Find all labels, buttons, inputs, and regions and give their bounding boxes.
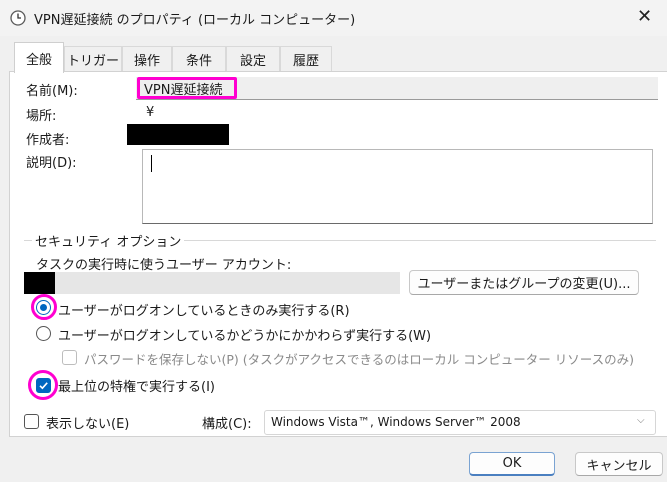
title-bar: VPN遅延接続 のプロパティ (ローカル コンピューター) ✕: [0, 0, 667, 36]
tab-actions[interactable]: 操作: [122, 46, 172, 71]
author-redacted: [127, 124, 229, 145]
user-account-field: [24, 272, 400, 294]
tab-settings[interactable]: 設定: [226, 46, 280, 71]
location-value: ¥: [146, 105, 155, 120]
highest-privileges-label[interactable]: 最上位の特権で実行する(I): [58, 376, 215, 395]
tab-general[interactable]: 全般: [14, 42, 64, 73]
name-highlight-box: [137, 77, 237, 99]
hidden-label[interactable]: 表示しない(E): [46, 413, 129, 432]
text-caret: [151, 155, 152, 172]
name-label: 名前(M):: [26, 84, 78, 99]
radio-whether-logged-on[interactable]: [36, 326, 51, 341]
no-store-password-label: パスワードを保存しない(P) (タスクがアクセスできるのはローカル コンピュータ…: [84, 352, 634, 367]
radio-highlight-ring: [31, 294, 57, 320]
tab-triggers[interactable]: トリガー: [64, 46, 122, 71]
description-label: 説明(D):: [26, 156, 77, 171]
change-user-button[interactable]: ユーザーまたはグループの変更(U)...: [409, 270, 639, 295]
tab-conditions[interactable]: 条件: [172, 46, 226, 71]
hidden-checkbox[interactable]: [24, 414, 39, 429]
security-group-title: セキュリティ オプション: [32, 231, 185, 250]
tab-history[interactable]: 履歴: [280, 46, 332, 71]
configure-label: 構成(C):: [202, 417, 252, 432]
checkbox-highlight-ring: [28, 370, 58, 400]
radio-whether-logged-on-label[interactable]: ユーザーがログオンしているかどうかにかかわらず実行する(W): [58, 325, 431, 344]
task-clock-icon: [10, 10, 26, 26]
user-account-redacted: [24, 272, 55, 294]
window-title: VPN遅延接続 のプロパティ (ローカル コンピューター): [34, 13, 356, 28]
author-label: 作成者:: [26, 133, 70, 148]
description-input[interactable]: [142, 149, 653, 224]
location-label: 場所:: [26, 109, 57, 124]
configure-value: Windows Vista™, Windows Server™ 2008: [271, 415, 521, 429]
tab-strip: 全般 トリガー 操作 条件 設定 履歴: [0, 42, 667, 73]
chevron-down-icon: ⌵: [637, 415, 645, 426]
radio-logged-on-label[interactable]: ユーザーがログオンしているときのみ実行する(R): [58, 300, 350, 319]
account-label: タスクの実行時に使うユーザー アカウント:: [36, 258, 292, 273]
ok-button[interactable]: OK: [469, 452, 555, 476]
configure-select[interactable]: Windows Vista™, Windows Server™ 2008 ⌵: [264, 410, 656, 435]
no-store-password-checkbox[interactable]: [62, 350, 77, 365]
close-button[interactable]: ✕: [622, 0, 667, 32]
cancel-button[interactable]: キャンセル: [575, 452, 663, 476]
